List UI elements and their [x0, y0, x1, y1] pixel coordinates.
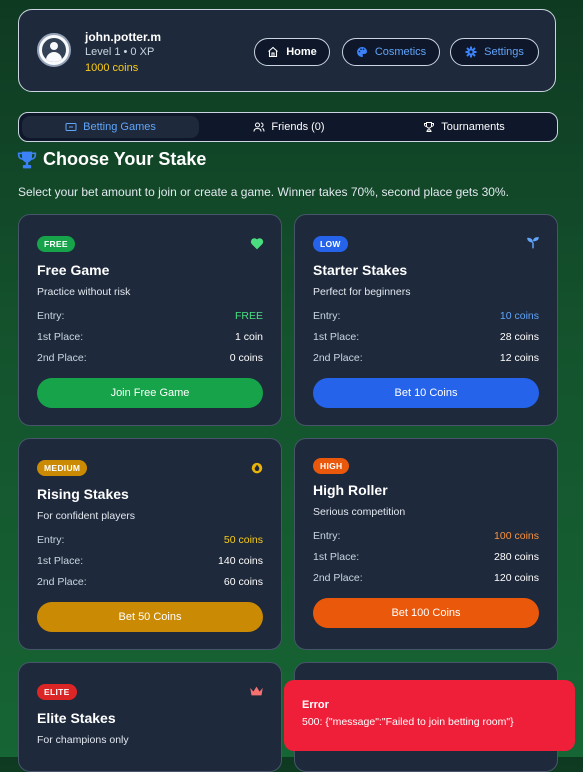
home-button[interactable]: Home	[254, 38, 330, 66]
card-title: Free Game	[37, 262, 110, 278]
second-place-label: 2nd Place:	[313, 572, 363, 584]
first-place-row: 1st Place: 140 coins	[37, 555, 263, 567]
card-title: High Roller	[313, 482, 388, 498]
entry-value: FREE	[234, 310, 263, 322]
page-title-text: Choose Your Stake	[43, 149, 207, 169]
user-level: Level 1 • 0 XP	[85, 46, 155, 58]
first-place-label: 1st Place:	[313, 551, 360, 563]
tab-friends-label: Friends (0)	[271, 121, 325, 133]
card-description: Perfect for beginners	[313, 286, 411, 298]
card-description: Serious competition	[313, 506, 406, 518]
entry-value: 10 coins	[499, 310, 539, 322]
users-icon	[253, 122, 265, 132]
avatar[interactable]	[37, 33, 71, 67]
card-title: Elite Stakes	[37, 710, 116, 726]
error-toast[interactable]: Error 500: {"message":"Failed to join be…	[284, 680, 575, 751]
home-icon	[268, 46, 279, 58]
entry-value: 100 coins	[494, 530, 539, 542]
entry-row: Entry: 50 coins	[37, 534, 263, 546]
home-label: Home	[286, 46, 317, 58]
first-place-value: 140 coins	[218, 555, 263, 567]
trophy-outline-icon	[424, 122, 435, 132]
card-description: For confident players	[37, 510, 136, 522]
status-badge: LOW	[313, 236, 348, 252]
ticket-icon	[65, 123, 77, 131]
second-place-row: 2nd Place: 60 coins	[37, 576, 263, 588]
first-place-row: 1st Place: 28 coins	[313, 331, 539, 343]
first-place-label: 1st Place:	[37, 331, 84, 343]
entry-row: Entry: 10 coins	[313, 310, 539, 322]
username: john.potter.m	[85, 30, 161, 44]
second-place-row: 2nd Place: 12 coins	[313, 352, 539, 364]
tab-tournaments[interactable]: Tournaments	[409, 116, 519, 138]
cosmetics-button[interactable]: Cosmetics	[342, 38, 440, 66]
second-place-value: 0 coins	[229, 352, 263, 364]
bet-10-coins-button[interactable]: Bet 10 Coins	[313, 378, 539, 408]
stake-card-elite: ELITE Elite Stakes For champions only	[18, 662, 282, 772]
first-place-value: 1 coin	[234, 331, 263, 343]
tab-friends[interactable]: Friends (0)	[234, 116, 344, 138]
entry-label: Entry:	[313, 530, 341, 542]
second-place-label: 2nd Place:	[313, 352, 363, 364]
entry-label: Entry:	[313, 310, 341, 322]
bet-100-coins-button[interactable]: Bet 100 Coins	[313, 598, 539, 628]
card-description: Practice without risk	[37, 286, 131, 298]
first-place-row: 1st Place: 1 coin	[37, 331, 263, 343]
second-place-label: 2nd Place:	[37, 576, 87, 588]
heart-icon	[250, 238, 264, 250]
entry-label: Entry:	[37, 310, 65, 322]
game-tabs: Betting Games Friends (0) Tournaments	[18, 112, 558, 142]
entry-value: 50 coins	[223, 534, 263, 546]
join-free-game-button[interactable]: Join Free Game	[37, 378, 263, 408]
user-header: john.potter.m Level 1 • 0 XP 1000 coins …	[18, 9, 556, 92]
status-badge: HIGH	[313, 458, 350, 474]
card-description: For champions only	[37, 734, 129, 746]
second-place-value: 12 coins	[499, 352, 539, 364]
stake-card-low: LOW Starter Stakes Perfect for beginners…	[294, 214, 558, 426]
sprout-icon	[527, 237, 539, 249]
entry-label: Entry:	[37, 534, 65, 546]
card-title: Starter Stakes	[313, 262, 408, 278]
second-place-label: 2nd Place:	[37, 352, 87, 364]
first-place-value: 28 coins	[499, 331, 539, 343]
cosmetics-label: Cosmetics	[374, 46, 427, 58]
first-place-label: 1st Place:	[313, 331, 360, 343]
page-subtitle: Select your bet amount to join or create…	[18, 185, 509, 199]
settings-label: Settings	[484, 46, 524, 58]
entry-row: Entry: FREE	[37, 310, 263, 322]
first-place-value: 280 coins	[494, 551, 539, 563]
toast-title: Error	[302, 699, 329, 711]
second-place-row: 2nd Place: 120 coins	[313, 572, 539, 584]
first-place-row: 1st Place: 280 coins	[313, 551, 539, 563]
status-badge: ELITE	[37, 684, 77, 700]
gear-icon	[465, 46, 477, 58]
stake-card-high: HIGH High Roller Serious competition Ent…	[294, 438, 558, 650]
status-badge: MEDIUM	[37, 460, 88, 476]
crown-icon	[250, 686, 263, 696]
settings-button[interactable]: Settings	[450, 38, 539, 66]
card-title: Rising Stakes	[37, 486, 129, 502]
stake-card-medium: MEDIUM Rising Stakes For confident playe…	[18, 438, 282, 650]
bet-50-coins-button[interactable]: Bet 50 Coins	[37, 602, 263, 632]
trophy-icon	[17, 151, 37, 168]
tab-betting-games[interactable]: Betting Games	[22, 116, 199, 138]
palette-icon	[356, 47, 367, 57]
entry-row: Entry: 100 coins	[313, 530, 539, 542]
second-place-value: 60 coins	[223, 576, 263, 588]
tab-betting-label: Betting Games	[83, 121, 156, 133]
user-icon	[42, 38, 66, 62]
tab-tournaments-label: Tournaments	[441, 121, 505, 133]
page-title: Choose Your Stake	[17, 149, 206, 170]
user-coins: 1000 coins	[85, 62, 139, 74]
second-place-value: 120 coins	[494, 572, 539, 584]
stake-card-free: FREE Free Game Practice without risk Ent…	[18, 214, 282, 426]
toast-message: 500: {"message":"Failed to join betting …	[302, 716, 514, 728]
second-place-row: 2nd Place: 0 coins	[37, 352, 263, 364]
status-badge: FREE	[37, 236, 75, 252]
flame-icon	[251, 462, 263, 474]
first-place-label: 1st Place:	[37, 555, 84, 567]
